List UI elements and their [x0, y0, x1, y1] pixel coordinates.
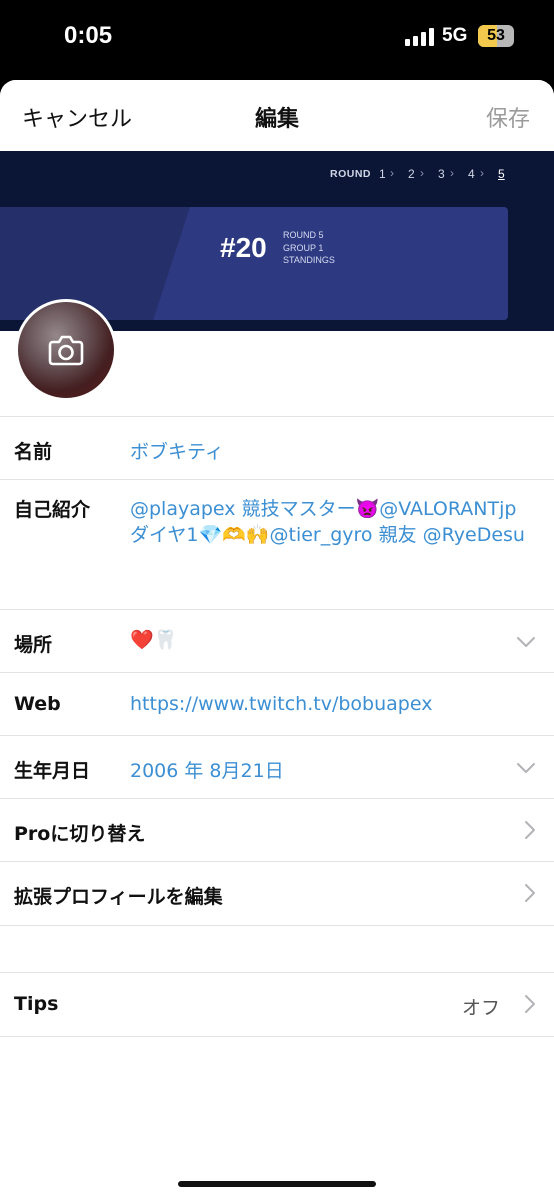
- location-row[interactable]: 場所 ❤️🦷: [0, 609, 554, 673]
- round-3: 3: [438, 167, 445, 181]
- status-time: 0:05: [64, 22, 113, 49]
- tips-status: オフ: [461, 997, 500, 1019]
- standings-subtitle: ROUND 5 GROUP 1 STANDINGS: [283, 230, 335, 265]
- name-row[interactable]: 名前 ボブキティ: [0, 416, 554, 480]
- chevron-down-icon[interactable]: [516, 762, 536, 774]
- battery-icon: 53: [478, 25, 514, 47]
- edit-extended-profile-row[interactable]: 拡張プロフィールを編集: [0, 861, 554, 926]
- network-type: 5G: [442, 25, 468, 46]
- round-5: 5: [498, 167, 505, 181]
- edit-extended-profile-label: 拡張プロフィールを編集: [14, 886, 223, 908]
- birthday-row[interactable]: 生年月日 2006 年 8月21日: [0, 735, 554, 799]
- birthday-field[interactable]: 2006 年 8月21日: [130, 756, 284, 783]
- chevron-right-icon: [525, 995, 535, 1013]
- round-4: 4: [468, 167, 475, 181]
- location-field[interactable]: ❤️🦷: [130, 628, 177, 651]
- bio-field[interactable]: @playapex 競技マスター👿@VALORANTjp ダイヤ1💎🫶🙌@tie…: [130, 496, 540, 548]
- chevron-right-icon: ›: [480, 166, 484, 180]
- web-label: Web: [14, 693, 61, 715]
- switch-to-pro-label: Proに切り替え: [14, 823, 146, 845]
- home-indicator: [178, 1181, 376, 1187]
- chevron-down-icon[interactable]: [516, 636, 536, 648]
- chevron-right-icon: ›: [450, 166, 454, 180]
- web-row[interactable]: Web https://www.twitch.tv/bobuapex: [0, 672, 554, 736]
- chevron-right-icon: [525, 821, 535, 839]
- switch-to-pro-row[interactable]: Proに切り替え: [0, 798, 554, 862]
- round-1: 1: [379, 167, 386, 181]
- battery-level: 53: [487, 27, 505, 44]
- save-button[interactable]: 保存: [486, 101, 530, 133]
- cellular-signal-icon: [405, 28, 435, 46]
- camera-icon: [48, 335, 84, 366]
- name-label: 名前: [14, 441, 53, 463]
- tips-row[interactable]: Tips オフ: [0, 972, 554, 1037]
- birthday-label: 生年月日: [14, 760, 91, 782]
- rank-number: #20: [220, 232, 267, 263]
- name-field[interactable]: ボブキティ: [130, 437, 224, 464]
- chevron-right-icon: ›: [420, 166, 424, 180]
- edit-profile-sheet: キャンセル 編集 保存 ROUND 1 › 2 › 3 › 4 › 5 #20 …: [0, 80, 554, 1200]
- chevron-right-icon: ›: [390, 166, 394, 180]
- status-bar: 0:05 5G 53: [0, 0, 554, 80]
- web-field[interactable]: https://www.twitch.tv/bobuapex: [130, 693, 432, 715]
- round-label: ROUND: [330, 168, 371, 180]
- bio-label: 自己紹介: [14, 499, 91, 521]
- chevron-right-icon: [525, 884, 535, 902]
- avatar[interactable]: [15, 299, 117, 401]
- location-label: 場所: [14, 634, 53, 656]
- round-2: 2: [408, 167, 415, 181]
- bio-row[interactable]: 自己紹介 @playapex 競技マスター👿@VALORANTjp ダイヤ1💎🫶…: [0, 479, 554, 610]
- tips-label: Tips: [14, 993, 59, 1015]
- page-title: 編集: [254, 107, 299, 132]
- nav-bar: キャンセル 編集 保存: [0, 80, 554, 151]
